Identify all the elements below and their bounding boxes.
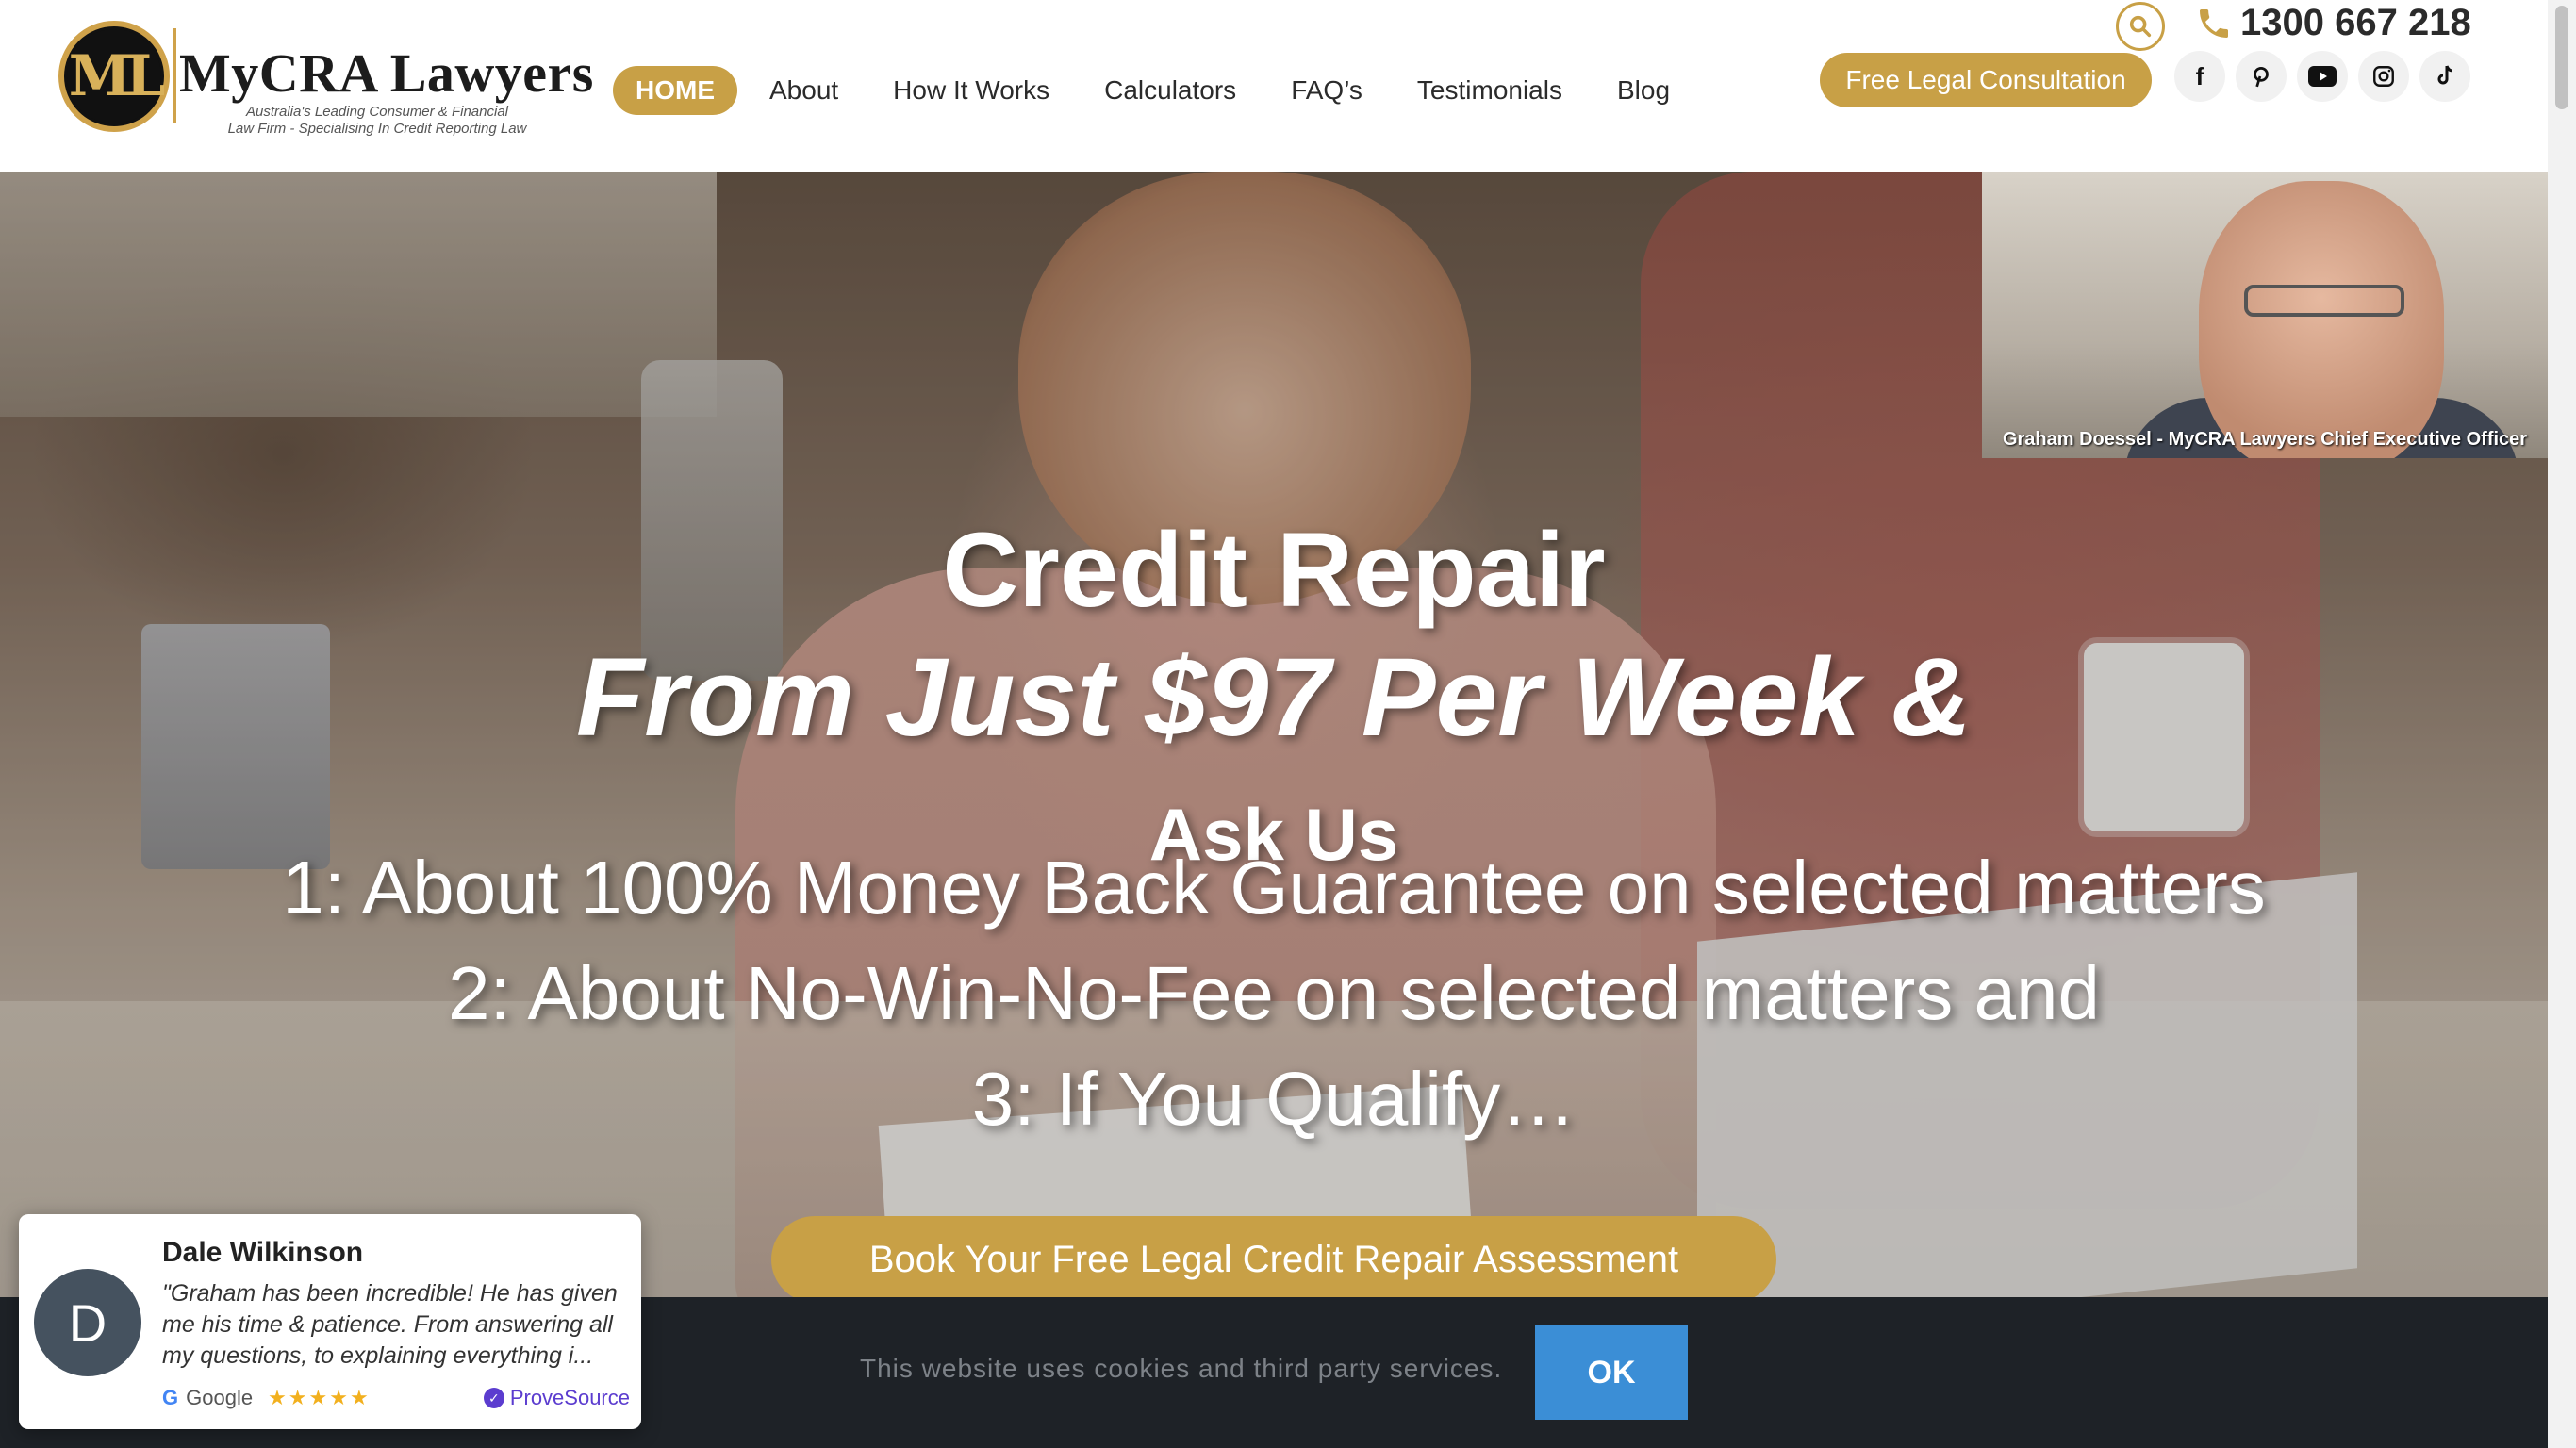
youtube-icon[interactable] — [2297, 51, 2348, 102]
google-icon: G — [162, 1386, 179, 1409]
provesource-badge[interactable]: ✓ ProveSource — [483, 1386, 630, 1410]
instagram-icon[interactable] — [2358, 51, 2409, 102]
review-source-label: Google — [186, 1386, 254, 1409]
review-text: "Graham has been incredible! He has give… — [162, 1280, 618, 1369]
avatar: D — [34, 1269, 141, 1376]
review-source: G Google ★★★★★ — [162, 1386, 371, 1410]
book-assessment-button[interactable]: Book Your Free Legal Credit Repair Asses… — [771, 1216, 1776, 1303]
cookie-text: This website uses cookies and third part… — [860, 1354, 1503, 1383]
phone-link[interactable]: 1300 667 218 — [2195, 2, 2471, 44]
ceo-video-player[interactable]: Graham Doessel - MyCRA Lawyers Chief Exe… — [1982, 172, 2548, 458]
hero-line-1: 1: About 100% Money Back Guarantee on se… — [282, 846, 2266, 930]
hero-subtitle: From Just $97 Per Week & — [575, 635, 1972, 760]
review-footer: G Google ★★★★★ ✓ ProveSource — [162, 1386, 630, 1410]
nav-item-blog[interactable]: Blog — [1594, 66, 1693, 115]
hero-title: Credit Repair — [942, 511, 1606, 629]
logo-title[interactable]: MyCRA Lawyers — [179, 41, 594, 105]
hero-line-3: 3: If You Qualify… — [971, 1057, 1577, 1141]
video-person-glasses — [2244, 285, 2404, 317]
phone-icon — [2200, 8, 2228, 38]
nav-item-how-it-works[interactable]: How It Works — [870, 66, 1072, 115]
reviewer-name: Dale Wilkinson — [162, 1237, 364, 1268]
logo-tagline-line-1: Australia's Leading Consumer & Financial — [245, 104, 508, 120]
rating-stars: ★★★★★ — [268, 1386, 371, 1409]
nav-item-testimonials[interactable]: Testimonials — [1395, 66, 1585, 115]
facebook-icon[interactable]: f — [2174, 51, 2225, 102]
social-links: f — [2174, 51, 2481, 102]
page: ML MyCRA Lawyers Australia's Leading Con… — [0, 0, 2576, 1448]
tiktok-icon[interactable] — [2419, 51, 2470, 102]
site-header: ML MyCRA Lawyers Australia's Leading Con… — [0, 0, 2548, 172]
nav-item-home[interactable]: HOME — [613, 66, 737, 115]
scrollbar[interactable] — [2548, 0, 2576, 1448]
verified-check-icon: ✓ — [483, 1388, 504, 1408]
logo-monogram: ML — [68, 43, 166, 109]
free-consultation-button[interactable]: Free Legal Consultation — [1820, 53, 2152, 107]
logo-divider — [173, 28, 176, 123]
video-person-face — [2199, 181, 2444, 458]
phone-number: 1300 667 218 — [2240, 2, 2471, 43]
nav-item-faqs[interactable]: FAQ’s — [1268, 66, 1385, 115]
scrollbar-thumb[interactable] — [2555, 6, 2568, 109]
logo-emblem[interactable]: ML — [58, 21, 170, 132]
pinterest-icon[interactable] — [2236, 51, 2287, 102]
provesource-label: ProveSource — [509, 1386, 630, 1409]
nav-item-calculators[interactable]: Calculators — [1082, 66, 1259, 115]
main-nav: HOME About How It Works Calculators FAQ’… — [613, 66, 1702, 115]
cookie-ok-button[interactable]: OK — [1535, 1325, 1688, 1420]
search-icon — [2129, 15, 2152, 38]
nav-item-about[interactable]: About — [747, 66, 861, 115]
video-caption: Graham Doessel - MyCRA Lawyers Chief Exe… — [2002, 429, 2528, 450]
logo-tagline-line-2: Law Firm - Specialising In Credit Report… — [227, 121, 527, 137]
hero-line-2: 2: About No-Win-No-Fee on selected matte… — [448, 951, 2100, 1035]
search-button[interactable] — [2116, 2, 2165, 51]
logo-tagline: Australia's Leading Consumer & Financial… — [179, 104, 575, 138]
review-popup[interactable]: D Dale Wilkinson "Graham has been incred… — [19, 1214, 641, 1429]
